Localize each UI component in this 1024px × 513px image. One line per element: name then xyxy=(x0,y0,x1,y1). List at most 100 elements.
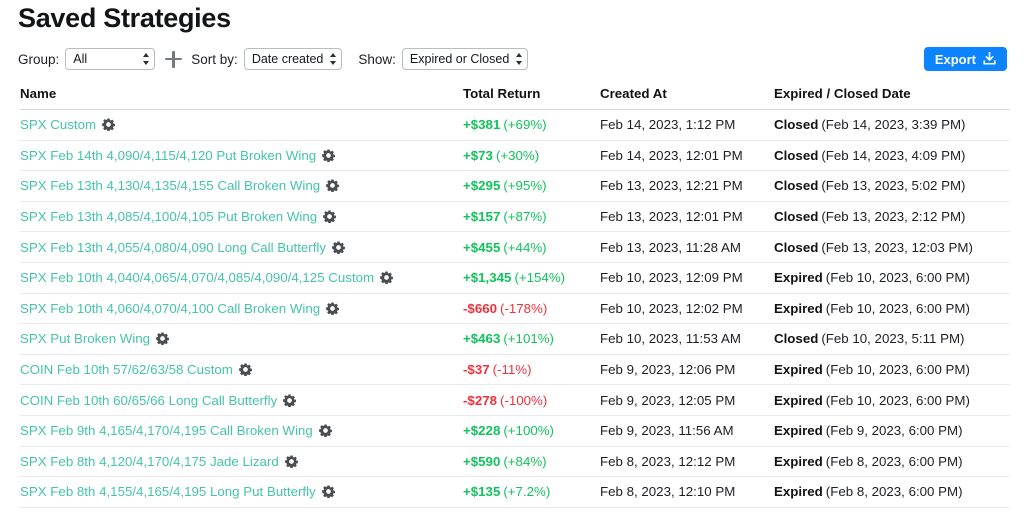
table-row[interactable]: SPX Feb 14th 4,090/4,115/4,120 Put Broke… xyxy=(20,141,1010,172)
strategy-name-link[interactable]: COIN Feb 10th 60/65/66 Long Call Butterf… xyxy=(20,393,277,408)
expired-closed-cell: Closed (Feb 10, 2023, 5:11 PM) xyxy=(774,331,1010,346)
status-badge: Closed xyxy=(774,147,819,163)
strategy-name-link[interactable]: SPX Put Broken Wing xyxy=(20,331,150,346)
status-badge: Expired xyxy=(774,362,823,378)
table-row[interactable]: SPX Feb 13th 4,130/4,135/4,155 Call Brok… xyxy=(20,171,1010,202)
export-button[interactable]: Export xyxy=(923,47,1007,71)
group-select[interactable]: All xyxy=(65,48,156,70)
show-select[interactable]: Expired or Closed xyxy=(401,48,529,70)
expired-closed-cell: Closed (Feb 14, 2023, 4:09 PM) xyxy=(774,148,1010,163)
created-at-cell: Feb 8, 2023, 12:12 PM xyxy=(600,453,736,469)
table-row[interactable]: SPX Feb 13th 4,055/4,080/4,090 Long Call… xyxy=(20,232,1010,263)
filter-toolbar: Group: All Sort by: Date created Show: E… xyxy=(18,47,529,71)
strategy-name-link[interactable]: SPX Feb 8th 4,120/4,170/4,175 Jade Lizar… xyxy=(20,454,279,469)
total-return-amount: +$463 xyxy=(463,331,501,347)
strategy-name-link[interactable]: SPX Feb 13th 4,130/4,135/4,155 Call Brok… xyxy=(20,178,320,193)
strategy-name-cell: SPX Feb 13th 4,085/4,100/4,105 Put Broke… xyxy=(20,209,463,224)
expired-closed-cell: Expired (Feb 8, 2023, 6:00 PM) xyxy=(774,454,1010,469)
gear-icon[interactable] xyxy=(318,424,332,438)
sort-by-select[interactable]: Date created xyxy=(243,48,343,70)
gear-icon[interactable] xyxy=(326,179,340,193)
status-date: (Feb 13, 2023, 5:02 PM) xyxy=(821,178,966,194)
strategy-name-link[interactable]: COIN Feb 10th 57/62/63/58 Custom xyxy=(20,362,233,377)
table-row[interactable]: SPX Call Broken Wing+$303(+104%)Feb 7, 2… xyxy=(20,508,1010,513)
gear-icon[interactable] xyxy=(283,394,297,407)
table-row[interactable]: SPX Put Broken Wing +$463 (+101%) Feb 10, 2… xyxy=(20,324,1010,355)
gear-icon[interactable] xyxy=(322,149,336,162)
status-badge: Closed xyxy=(774,178,819,194)
strategy-name-link[interactable]: SPX Feb 13th 4,055/4,080/4,090 Long Call… xyxy=(20,240,326,255)
total-return-amount: +$590 xyxy=(463,453,501,469)
column-header-name: Name xyxy=(20,86,57,101)
strategy-name-cell: SPX Feb 13th 4,130/4,135/4,155 Call Brok… xyxy=(20,178,463,193)
status-date: (Feb 10, 2023, 6:00 PM) xyxy=(825,270,970,286)
strategy-name-cell: SPX Feb 14th 4,090/4,115/4,120 Put Broke… xyxy=(20,148,463,163)
created-at-cell: Feb 9, 2023, 12:06 PM xyxy=(600,362,736,378)
expired-closed-cell: Expired (Feb 8, 2023, 6:00 PM) xyxy=(774,484,1010,499)
strategy-name-cell: SPX Feb 9th 4,165/4,170/4,195 Call Broke… xyxy=(20,423,463,438)
total-return-percent: (+84%) xyxy=(503,453,547,469)
table-row[interactable]: SPX Feb 8th 4,120/4,170/4,175 Jade Lizar… xyxy=(20,447,1010,478)
total-return-amount: +$1,345 xyxy=(463,270,512,286)
gear-icon[interactable] xyxy=(102,118,116,132)
column-header-expired-closed: Expired / Closed Date xyxy=(774,86,911,101)
gear-icon[interactable] xyxy=(321,485,335,499)
total-return-percent: (+87%) xyxy=(503,209,547,225)
total-return-cell: -$37 (-11%) xyxy=(463,362,600,377)
status-badge: Expired xyxy=(774,484,823,500)
status-date: (Feb 14, 2023, 4:09 PM) xyxy=(821,147,966,163)
plus-icon[interactable] xyxy=(165,50,183,68)
gear-icon[interactable] xyxy=(156,332,170,346)
gear-icon[interactable] xyxy=(380,271,394,285)
column-header-total-return: Total Return xyxy=(463,86,541,101)
show-label: Show: xyxy=(358,51,396,67)
gear-icon[interactable] xyxy=(238,363,252,377)
total-return-amount: +$295 xyxy=(463,178,501,194)
gear-icon[interactable] xyxy=(326,302,340,315)
table-row[interactable]: SPX Custom +$381 (+69%) Feb 14, 2023, 1:12 … xyxy=(20,110,1010,141)
expired-closed-cell: Expired (Feb 10, 2023, 6:00 PM) xyxy=(774,362,1010,377)
created-at-cell: Feb 13, 2023, 12:21 PM xyxy=(600,178,743,194)
strategy-name-link[interactable]: SPX Feb 10th 4,060/4,070/4,100 Call Brok… xyxy=(20,301,320,316)
sort-label: Sort by: xyxy=(191,51,238,67)
total-return-percent: (+154%) xyxy=(514,270,566,286)
strategy-name-link[interactable]: SPX Feb 9th 4,165/4,170/4,195 Call Broke… xyxy=(20,423,313,438)
total-return-amount: -$37 xyxy=(463,362,490,378)
total-return-percent: (-100%) xyxy=(500,392,548,408)
show-select-value: Expired or Closed xyxy=(409,52,510,66)
strategy-name-cell: COIN Feb 10th 60/65/66 Long Call Butterf… xyxy=(20,393,463,408)
total-return-cell: +$1,345 (+154%) xyxy=(463,270,600,285)
table-row[interactable]: SPX Feb 13th 4,085/4,100/4,105 Put Broke… xyxy=(20,202,1010,233)
total-return-percent: (+30%) xyxy=(495,147,540,163)
group-select-value: All xyxy=(73,52,88,66)
gear-icon[interactable] xyxy=(284,455,298,468)
strategies-table: Name Total Return Created At Expired / C… xyxy=(20,86,1010,513)
total-return-cell: +$295 (+95%) xyxy=(463,178,600,193)
table-row[interactable]: SPX Feb 10th 4,060/4,070/4,100 Call Brok… xyxy=(20,294,1010,325)
table-row[interactable]: COIN Feb 10th 57/62/63/58 Custom -$37 (-11… xyxy=(20,355,1010,386)
expired-closed-cell: Closed (Feb 13, 2023, 5:02 PM) xyxy=(774,178,1010,193)
status-badge: Expired xyxy=(774,270,823,286)
table-row[interactable]: SPX Feb 8th 4,155/4,165/4,195 Long Put B… xyxy=(20,477,1010,508)
strategy-name-cell: SPX Feb 8th 4,120/4,170/4,175 Jade Lizar… xyxy=(20,454,463,469)
status-date: (Feb 14, 2023, 3:39 PM) xyxy=(821,117,966,133)
created-at-cell: Feb 10, 2023, 12:09 PM xyxy=(600,270,743,286)
strategy-name-cell: SPX Feb 8th 4,155/4,165/4,195 Long Put B… xyxy=(20,484,463,499)
strategy-name-link[interactable]: SPX Feb 10th 4,040/4,065/4,070/4,085/4,0… xyxy=(20,270,374,285)
gear-icon[interactable] xyxy=(332,241,346,254)
table-row[interactable]: SPX Feb 9th 4,165/4,170/4,195 Call Broke… xyxy=(20,416,1010,447)
table-row[interactable]: COIN Feb 10th 60/65/66 Long Call Butterf… xyxy=(20,385,1010,416)
strategy-name-link[interactable]: SPX Feb 14th 4,090/4,115/4,120 Put Broke… xyxy=(20,148,316,163)
strategy-name-link[interactable]: SPX Feb 13th 4,085/4,100/4,105 Put Broke… xyxy=(20,209,317,224)
column-header-created-at: Created At xyxy=(600,86,667,101)
strategy-name-link[interactable]: SPX Custom xyxy=(20,117,96,132)
status-date: (Feb 10, 2023, 6:00 PM) xyxy=(825,392,970,408)
total-return-percent: (-11%) xyxy=(492,362,532,378)
gear-icon[interactable] xyxy=(323,210,337,224)
table-row[interactable]: SPX Feb 10th 4,040/4,065/4,070/4,085/4,0… xyxy=(20,263,1010,294)
status-badge: Expired xyxy=(774,392,823,408)
strategy-name-link[interactable]: SPX Feb 8th 4,155/4,165/4,195 Long Put B… xyxy=(20,484,316,499)
total-return-percent: (+7.2%) xyxy=(503,484,551,500)
total-return-amount: -$278 xyxy=(463,392,498,408)
total-return-cell: -$660 (-178%) xyxy=(463,301,600,316)
